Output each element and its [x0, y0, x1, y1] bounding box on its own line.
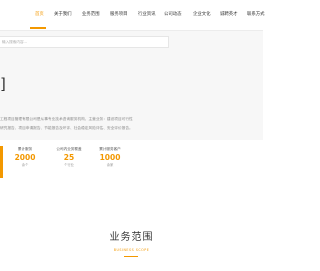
search-bar	[0, 36, 169, 48]
stat-projects: 累计服务 2000 余个	[3, 146, 47, 168]
stat-value: 1000	[99, 153, 121, 162]
stat-unit: 余家	[106, 163, 114, 167]
stat-value: 2000	[14, 153, 36, 162]
stat-value: 25	[63, 153, 75, 162]
nav-active-indicator	[30, 27, 46, 29]
stat-unit: 个行业	[64, 163, 74, 167]
section-title: 业务范围	[109, 232, 154, 243]
company-intro-text: 工程项目管理有限公司是从事专业技术咨询服务机构，主营业务：建设项目可行性研究报告…	[0, 117, 133, 130]
nav-item-business[interactable]: 业务范围	[82, 0, 100, 30]
nav-item-news[interactable]: 行业资讯	[138, 0, 156, 30]
stat-clients: 累计服务客户 1000 余家	[88, 146, 132, 168]
section-subtitle: BUSINESS SCOPE	[113, 248, 150, 252]
nav-item-contact[interactable]: 联系方式	[247, 0, 265, 30]
stat-unit: 余个	[21, 163, 29, 167]
nav-item-services[interactable]: 服务项目	[110, 0, 128, 30]
nav-item-company-news[interactable]: 公司动态	[164, 0, 182, 30]
section-title-rule	[124, 256, 138, 257]
top-nav: 首页 关于我们 业务范围 服务项目 行业资讯 公司动态 企业文化 诚聘英才 联系…	[0, 0, 265, 31]
nav-item-home[interactable]: 首页	[35, 0, 44, 30]
stats-row: 累计服务 2000 余个 公司内业务覆盖 25 个行业 累计服务客户 1000 …	[0, 138, 263, 178]
intro-bracket-heading: ]	[0, 75, 6, 93]
nav-item-careers[interactable]: 诚聘英才	[220, 0, 238, 30]
search-input[interactable]	[0, 37, 152, 47]
stat-industries: 公司内业务覆盖 25 个行业	[47, 146, 91, 168]
nav-item-about[interactable]: 关于我们	[54, 0, 72, 30]
nav-item-culture[interactable]: 企业文化	[193, 0, 211, 30]
